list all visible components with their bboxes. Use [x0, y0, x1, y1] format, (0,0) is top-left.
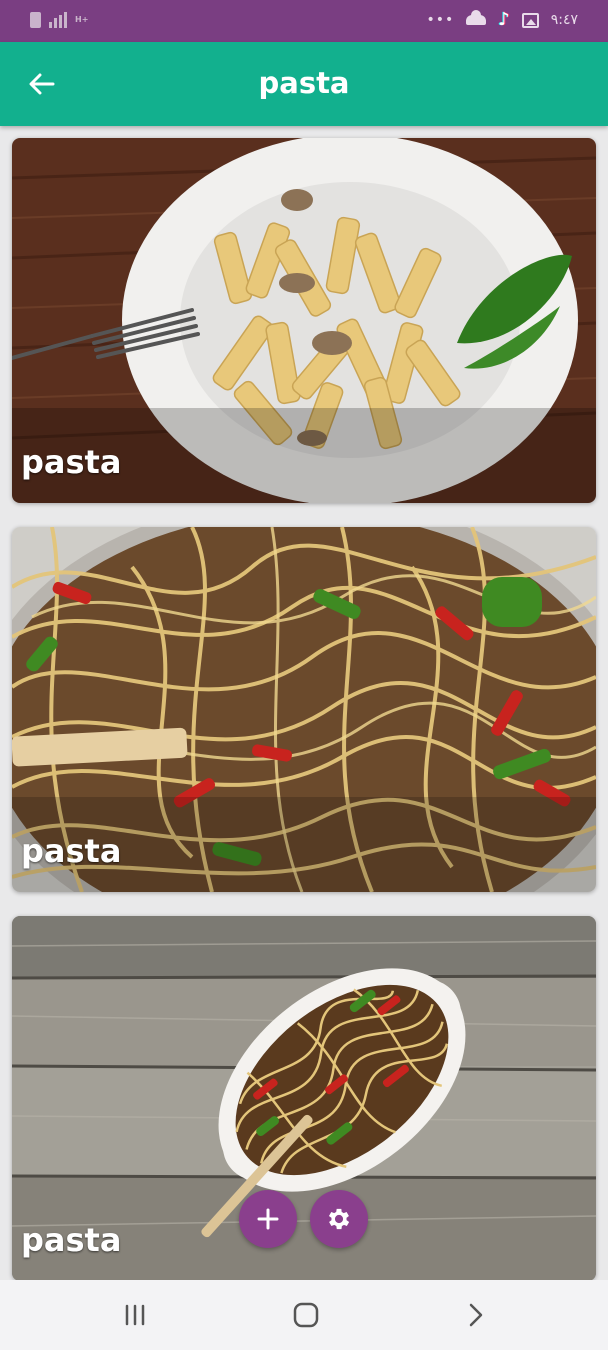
more-dots-icon: ••• — [426, 12, 455, 28]
page-title: pasta — [258, 66, 350, 100]
plus-icon — [257, 1208, 279, 1230]
signal-icon — [49, 12, 67, 28]
status-right: ••• ♪ ٩:٤٧ — [426, 9, 578, 30]
recent-apps-icon[interactable] — [115, 1298, 155, 1332]
gear-icon — [328, 1208, 350, 1230]
app-bar: pasta — [0, 42, 608, 126]
system-nav-bar — [0, 1280, 608, 1350]
network-type-label: H+ — [75, 15, 89, 24]
status-left: H+ — [30, 12, 88, 28]
home-icon[interactable] — [286, 1298, 326, 1332]
cloud-icon — [466, 10, 487, 25]
settings-button[interactable] — [310, 1190, 368, 1248]
status-time: ٩:٤٧ — [550, 12, 578, 28]
card-label: pasta — [21, 1221, 122, 1259]
sim-icon — [30, 12, 41, 28]
card-label: pasta — [21, 443, 122, 481]
card-label: pasta — [21, 832, 122, 870]
recipe-card-3[interactable]: pasta — [12, 916, 596, 1281]
back-chevron-icon[interactable] — [456, 1298, 496, 1332]
add-button[interactable] — [239, 1190, 297, 1248]
tiktok-icon: ♪ — [498, 9, 510, 30]
recipe-card-1[interactable]: pasta — [12, 138, 596, 503]
recipe-card-2[interactable]: pasta — [12, 527, 596, 892]
status-bar: H+ ••• ♪ ٩:٤٧ — [0, 0, 608, 42]
image-icon — [521, 12, 539, 28]
